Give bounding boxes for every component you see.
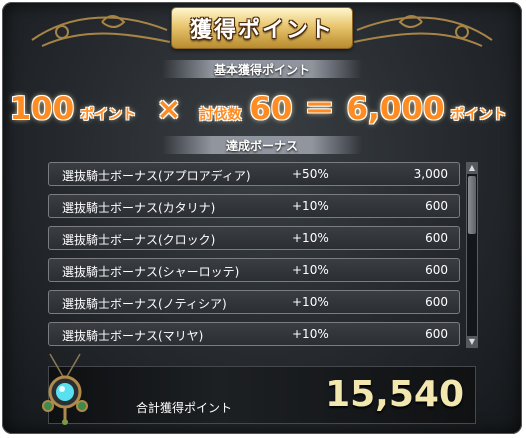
bonus-percent: +10%: [292, 231, 329, 245]
bonus-row: 選抜騎士ボーナス(カタリナ) +10% 600: [48, 194, 460, 218]
bonus-name: 選抜騎士ボーナス(アプロアディア): [62, 169, 251, 183]
bonus-label: 達成ボーナス: [162, 136, 362, 154]
bonus-percent: +10%: [292, 295, 329, 309]
bonus-points: 3,000: [413, 167, 448, 181]
points-formula: 100 ポイント × 討伐数 60 ＝ 6,000 ポイント: [2, 84, 522, 128]
reward-points-panel: 獲得ポイント 基本獲得ポイント 100 ポイント × 討伐数 60 ＝ 6,00…: [2, 2, 522, 434]
bonus-points: 600: [425, 295, 448, 309]
bonus-row: 選抜騎士ボーナス(ノティシア) +10% 600: [48, 290, 460, 314]
bonus-name: 選抜騎士ボーナス(マリヤ): [62, 329, 204, 343]
bonus-percent: +50%: [292, 167, 329, 181]
subjugation-label: 討伐数: [199, 107, 242, 123]
title-banner: 獲得ポイント: [172, 8, 352, 48]
arrow-up-icon[interactable]: ▲: [466, 162, 478, 174]
bonus-scrollbar[interactable]: ▲ ▼: [466, 162, 478, 348]
bonus-points: 600: [425, 231, 448, 245]
bonus-row: 選抜騎士ボーナス(シャーロッテ) +10% 600: [48, 258, 460, 282]
base-points: 100: [9, 91, 75, 127]
bonus-points: 600: [425, 327, 448, 341]
page-title: 獲得ポイント: [189, 18, 334, 43]
bonus-name: 選抜騎士ボーナス(シャーロッテ): [62, 265, 240, 279]
result-points-unit: ポイント: [450, 107, 507, 123]
bonus-row: 選抜騎士ボーナス(アプロアディア) +50% 3,000: [48, 162, 460, 186]
bonus-name: 選抜騎士ボーナス(カタリナ): [62, 201, 216, 215]
subjugation-count: 60: [249, 91, 293, 127]
bonus-percent: +10%: [292, 263, 329, 277]
arrow-down-icon[interactable]: ▼: [466, 336, 478, 348]
bonus-points: 600: [425, 263, 448, 277]
total-label: 合計獲得ポイント: [136, 401, 233, 415]
bonus-name: 選抜騎士ボーナス(クロック): [62, 233, 216, 247]
amulet-icon: [42, 353, 88, 425]
scrollbar-thumb[interactable]: [468, 176, 476, 234]
bonus-row: 選抜騎士ボーナス(マリヤ) +10% 600: [48, 322, 460, 346]
base-points-unit: ポイント: [80, 107, 137, 123]
result-points: 6,000: [346, 91, 445, 127]
total-value: 15,540: [325, 374, 464, 415]
equals-symbol: ＝: [304, 92, 335, 127]
total-points-panel: 合計獲得ポイント 15,540: [48, 366, 476, 424]
times-symbol: ×: [156, 92, 182, 127]
bonus-percent: +10%: [292, 327, 329, 341]
bonus-percent: +10%: [292, 199, 329, 213]
bonus-list[interactable]: 選抜騎士ボーナス(アプロアディア) +50% 3,000 選抜騎士ボーナス(カタ…: [48, 162, 460, 348]
basic-points-label: 基本獲得ポイント: [162, 60, 362, 78]
bonus-name: 選抜騎士ボーナス(ノティシア): [62, 297, 227, 311]
bonus-points: 600: [425, 199, 448, 213]
bonus-row: 選抜騎士ボーナス(クロック) +10% 600: [48, 226, 460, 250]
